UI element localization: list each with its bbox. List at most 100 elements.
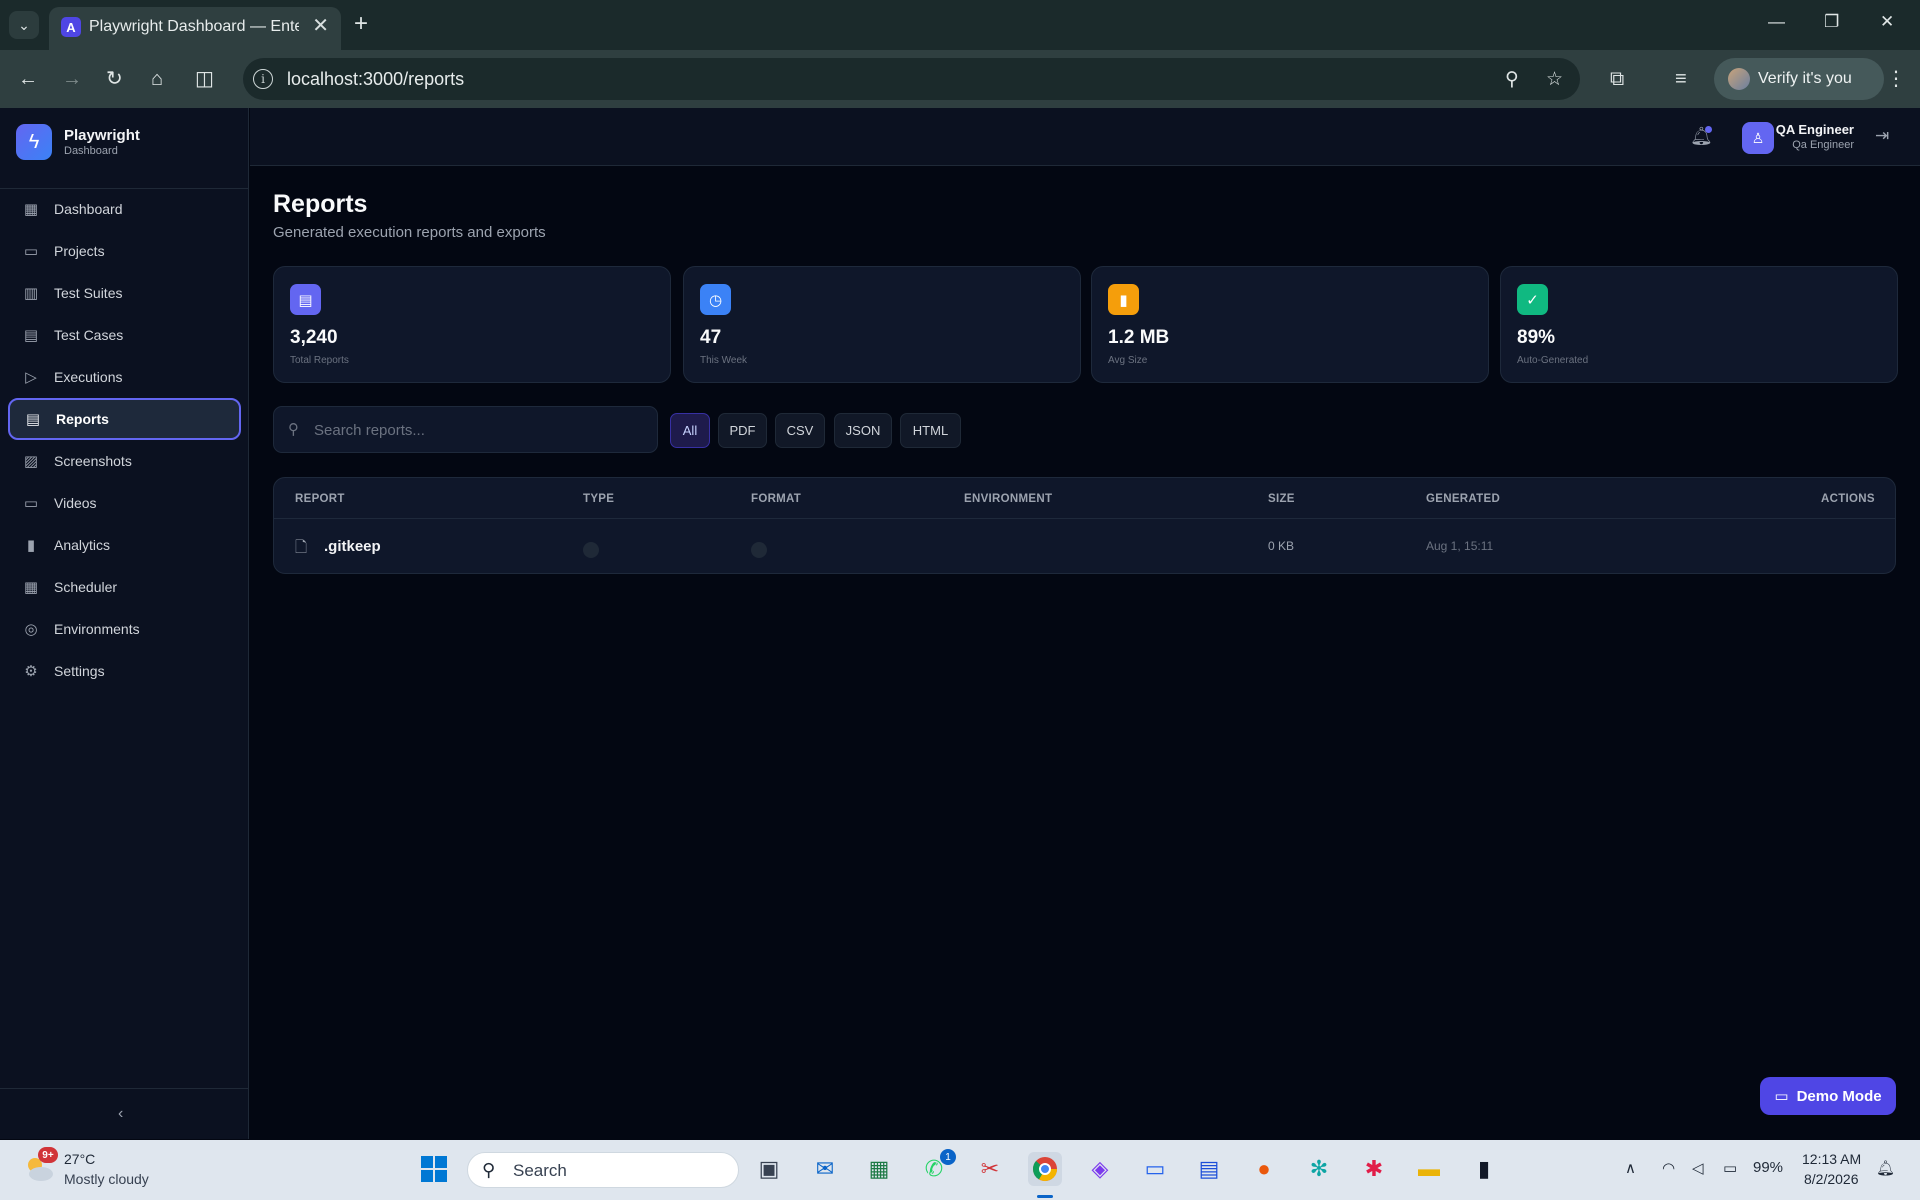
filter-json[interactable]: JSON [834,413,892,448]
outlook-icon[interactable]: ✉ [808,1152,842,1186]
profile-button[interactable]: Verify it's you [1714,58,1884,100]
minimize-icon[interactable]: — [1768,12,1785,32]
table-row[interactable]: 🗋︎ .gitkeep 0 KB Aug 1, 15:11 [274,520,1895,573]
notepad-icon[interactable]: ▤ [1192,1152,1226,1186]
sidebar-item-label: Environments [54,621,140,637]
sidebar-item-scheduler[interactable]: ▦ Scheduler [8,566,241,608]
url-text[interactable]: localhost:3000/reports [287,69,464,90]
column-header-size[interactable]: SIZE [1268,493,1295,505]
brand[interactable]: ϟ Playwright Dashboard [16,124,140,160]
forward-arrow-icon[interactable]: → [62,65,82,93]
wifi-icon[interactable]: ◠ [1662,1159,1675,1177]
file-explorer-icon[interactable]: ▬ [1412,1152,1446,1186]
tab-search-chevron-icon[interactable]: ⌄ [9,11,39,39]
restore-icon[interactable]: ❐ [1824,12,1839,32]
filter-all[interactable]: All [670,413,710,448]
collapse-sidebar-chevron-icon[interactable]: ‹ [118,1105,123,1123]
filter-csv[interactable]: CSV [775,413,825,448]
sidebar-item-label: Test Cases [54,327,124,343]
windows-start-icon[interactable] [417,1152,451,1186]
sidebar-item-label: Analytics [54,537,111,553]
report-name[interactable]: .gitkeep [324,538,381,555]
sidebar-item-reports[interactable]: ▤ Reports [8,398,241,440]
new-tab-plus-icon[interactable]: + [354,11,368,37]
logout-icon[interactable]: ⇥ [1875,126,1889,146]
taskbar-search[interactable]: ⚲ Search [467,1152,739,1188]
browser-tab-active[interactable]: A Playwright Dashboard — Enterprise ✕ [49,7,341,50]
taskbar: 9+ 27°C Mostly cloudy ⚲ Search ▣ ✉ ▦ ✆ 1… [0,1140,1920,1200]
tab-favicon-icon: A [61,17,81,37]
sidebar-item-label: Reports [56,411,109,427]
filter-html[interactable]: HTML [900,413,961,448]
image-icon: ▨ [23,453,39,470]
sidebar-item-projects[interactable]: ▭ Projects [8,230,241,272]
sidebar-item-executions[interactable]: ▷ Executions [8,356,241,398]
notification-bell-icon[interactable]: 🔔︎ [1876,1159,1895,1177]
browser-menu-icon[interactable]: ⋮ [1886,65,1906,93]
search-icon: ⚲ [482,1160,496,1180]
extensions-icon[interactable]: ⧉ [1610,65,1624,93]
tray-chevron-up-icon[interactable]: ∧ [1625,1159,1636,1177]
battery-icon[interactable]: ▭ [1723,1159,1737,1177]
user-avatar-icon[interactable]: ♙ [1742,122,1774,154]
excel-icon[interactable]: ▦ [862,1152,896,1186]
slack-icon[interactable]: ✱ [1357,1152,1391,1186]
zoom-icon[interactable]: ⚲ [1505,68,1519,91]
weather-badge: 9+ [38,1147,58,1163]
home-icon[interactable]: ⌂ [151,65,163,93]
reload-icon[interactable]: ↻ [106,65,123,93]
sidebar-item-videos[interactable]: ▭ Videos [8,482,241,524]
column-header-generated[interactable]: GENERATED [1426,493,1500,505]
chrome-active-indicator [1037,1195,1053,1198]
sidebar-item-dashboard[interactable]: ▦ Dashboard [8,188,241,230]
column-header-type[interactable]: TYPE [583,493,614,505]
demo-mode-button[interactable]: ▭ Demo Mode [1760,1077,1896,1115]
back-arrow-icon[interactable]: ← [18,65,38,93]
snipping-tool-icon[interactable]: ✂ [973,1152,1007,1186]
sidebar-item-label: Executions [54,369,123,385]
sidebar-item-environments[interactable]: ◎ Environments [8,608,241,650]
sidebar-bottom-divider [0,1088,248,1089]
media-control-icon[interactable]: ≡ [1675,65,1687,93]
volume-icon[interactable]: ◁ [1692,1159,1704,1177]
window-close-icon[interactable]: ✕ [1880,12,1894,32]
video-icon: ▭ [23,495,39,512]
site-info-icon[interactable]: i [253,69,273,89]
filter-pdf[interactable]: PDF [718,413,767,448]
app-snowflake-icon[interactable]: ✻ [1302,1152,1336,1186]
column-header-environment[interactable]: ENVIRONMENT [964,493,1052,505]
clock-time[interactable]: 12:13 AM [1802,1151,1861,1167]
sidebar-item-settings[interactable]: ⚙ Settings [8,650,241,692]
sidebar-item-screenshots[interactable]: ▨ Screenshots [8,440,241,482]
globe-icon: ◎ [24,621,38,638]
chrome-icon[interactable] [1028,1152,1062,1186]
search-input[interactable] [314,419,634,441]
sidebar-item-analytics[interactable]: ▮ Analytics [8,524,241,566]
app-purple-icon[interactable]: ◈ [1083,1152,1117,1186]
type-badge [583,542,599,558]
firefox-icon[interactable]: ● [1247,1152,1281,1186]
user-name[interactable]: QA Engineer [1776,122,1854,137]
bookmark-star-icon[interactable]: ☆ [1546,68,1563,91]
clock-date[interactable]: 8/2/2026 [1804,1171,1859,1187]
document-icon: ▤ [290,284,321,315]
dashboard-grid-icon: ▦ [23,201,39,218]
column-header-format[interactable]: FORMAT [751,493,801,505]
demo-mode-label: Demo Mode [1796,1087,1882,1105]
sidebar-item-test-cases[interactable]: ▤ Test Cases [8,314,241,356]
whatsapp-badge: 1 [940,1149,956,1165]
tab-close-icon[interactable]: ✕ [312,16,329,36]
format-badge [751,542,767,558]
column-header-actions: ACTIONS [1821,493,1875,505]
task-view-icon[interactable]: ▣ [752,1152,786,1186]
play-icon: ▷ [25,369,37,386]
column-header-report[interactable]: REPORT [295,493,345,505]
remote-desktop-icon[interactable]: ▭ [1138,1152,1172,1186]
split-view-icon[interactable]: ◫ [195,65,214,93]
sidebar-item-test-suites[interactable]: ▥ Test Suites [8,272,241,314]
sidebar-nav: ▦ Dashboard ▭ Projects ▥ Test Suites ▤ T… [8,188,241,692]
weather-temp[interactable]: 27°C [64,1151,95,1167]
terminal-icon[interactable]: ▮ [1467,1152,1501,1186]
address-bar[interactable]: i localhost:3000/reports ⚲ ☆ [243,58,1580,100]
weather-desc[interactable]: Mostly cloudy [64,1171,149,1187]
